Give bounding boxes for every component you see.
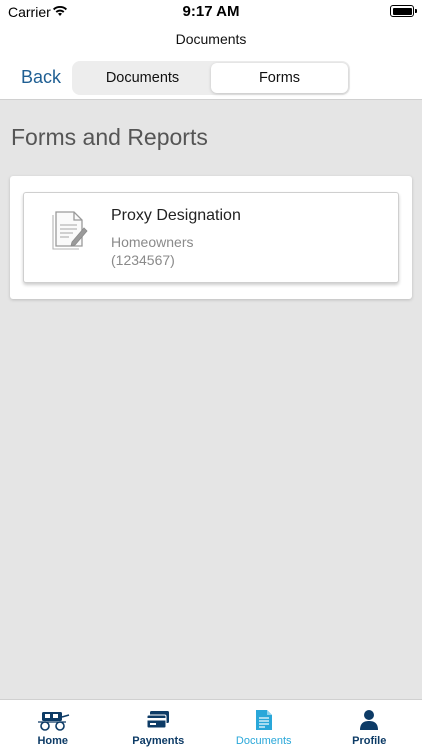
tab-payments[interactable]: Payments <box>106 700 212 750</box>
credit-card-icon <box>146 709 170 731</box>
tab-label: Payments <box>132 735 185 747</box>
document-icon <box>255 709 273 731</box>
tab-label: Profile <box>352 735 387 747</box>
tab-label: Documents <box>235 735 292 747</box>
form-card-proxy-designation[interactable]: Proxy Designation Homeowners (1234567) <box>23 192 399 283</box>
tab-label: Home <box>37 735 69 747</box>
document-edit-icon <box>50 208 90 257</box>
navigation-bar: Documents Back Documents Forms <box>0 24 422 100</box>
form-policy-type: Homeowners <box>111 234 194 250</box>
tab-home[interactable]: Home <box>0 700 106 750</box>
forms-list-container: Proxy Designation Homeowners (1234567) <box>10 176 412 299</box>
battery-icon <box>390 5 417 17</box>
clock-time: 9:17 AM <box>182 3 240 20</box>
tab-profile[interactable]: Profile <box>317 700 422 750</box>
section-title: Forms and Reports <box>11 124 208 150</box>
segment-documents[interactable]: Documents <box>74 63 211 93</box>
segment-forms[interactable]: Forms <box>211 63 348 93</box>
tab-documents[interactable]: Documents <box>211 700 317 750</box>
status-bar: Carrier 9:17 AM <box>0 0 422 24</box>
person-icon <box>359 709 379 731</box>
stagecoach-icon <box>36 709 70 731</box>
form-policy-number: (1234567) <box>111 252 175 268</box>
nav-title: Documents <box>175 31 247 47</box>
back-button[interactable]: Back <box>21 67 61 88</box>
segmented-control: Documents Forms <box>72 61 350 95</box>
form-name: Proxy Designation <box>111 207 241 224</box>
tab-bar: Home Payments Documents Profile <box>0 699 422 750</box>
